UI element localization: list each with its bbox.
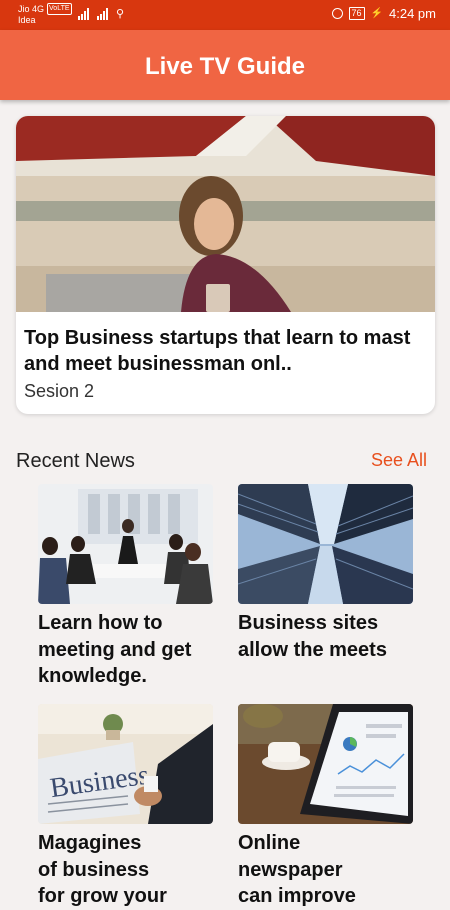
- news-item[interactable]: Learn how to meeting and get knowledge.: [38, 484, 213, 690]
- news-title: Business sites allow the meets: [238, 612, 387, 661]
- carrier-name-secondary: Idea: [18, 15, 36, 25]
- news-item[interactable]: Online newspaper can improve: [238, 704, 413, 910]
- volte-badge: VoLTE: [47, 3, 72, 15]
- featured-subtitle: Sesion 2: [24, 381, 95, 401]
- carrier-info: Jio 4G VoLTE Idea: [18, 3, 72, 25]
- news-image-magazine: Business: [38, 704, 213, 824]
- featured-card[interactable]: Top Business startups that learn to mast…: [16, 116, 435, 414]
- section-title-recent-news: Recent News: [16, 450, 135, 472]
- news-image-tablet: [238, 704, 413, 824]
- battery-level: 76: [351, 8, 362, 18]
- news-image-skyscrapers: [238, 484, 413, 604]
- app-bar: Live TV Guide: [0, 30, 450, 100]
- news-title: Magagines of business for grow your: [38, 832, 167, 907]
- featured-title: Top Business startups that learn to mast…: [24, 327, 411, 375]
- app-title: Live TV Guide: [144, 53, 306, 80]
- news-item[interactable]: Business Magagines of business for grow …: [38, 704, 213, 910]
- alarm-icon: [331, 8, 343, 19]
- clock: 4:24 pm: [389, 6, 436, 21]
- signal-icon-secondary: [97, 8, 108, 20]
- carrier-name: Jio 4G: [18, 4, 45, 14]
- news-title: Learn how to meeting and get knowledge.: [38, 612, 192, 687]
- news-item[interactable]: Business sites allow the meets: [238, 484, 413, 663]
- signal-icon: [78, 8, 89, 20]
- see-all-link[interactable]: See All: [371, 450, 427, 471]
- news-image-meeting: [38, 484, 213, 604]
- status-bar: Jio 4G VoLTE Idea ⚲ 76 ⚡ 4:24 pm: [0, 0, 450, 30]
- featured-image: [16, 116, 435, 312]
- charging-icon: ⚡: [370, 8, 384, 19]
- battery-icon: 76: [348, 7, 365, 20]
- news-title: Online newspaper can improve: [238, 832, 356, 907]
- usb-icon: ⚲: [116, 8, 125, 20]
